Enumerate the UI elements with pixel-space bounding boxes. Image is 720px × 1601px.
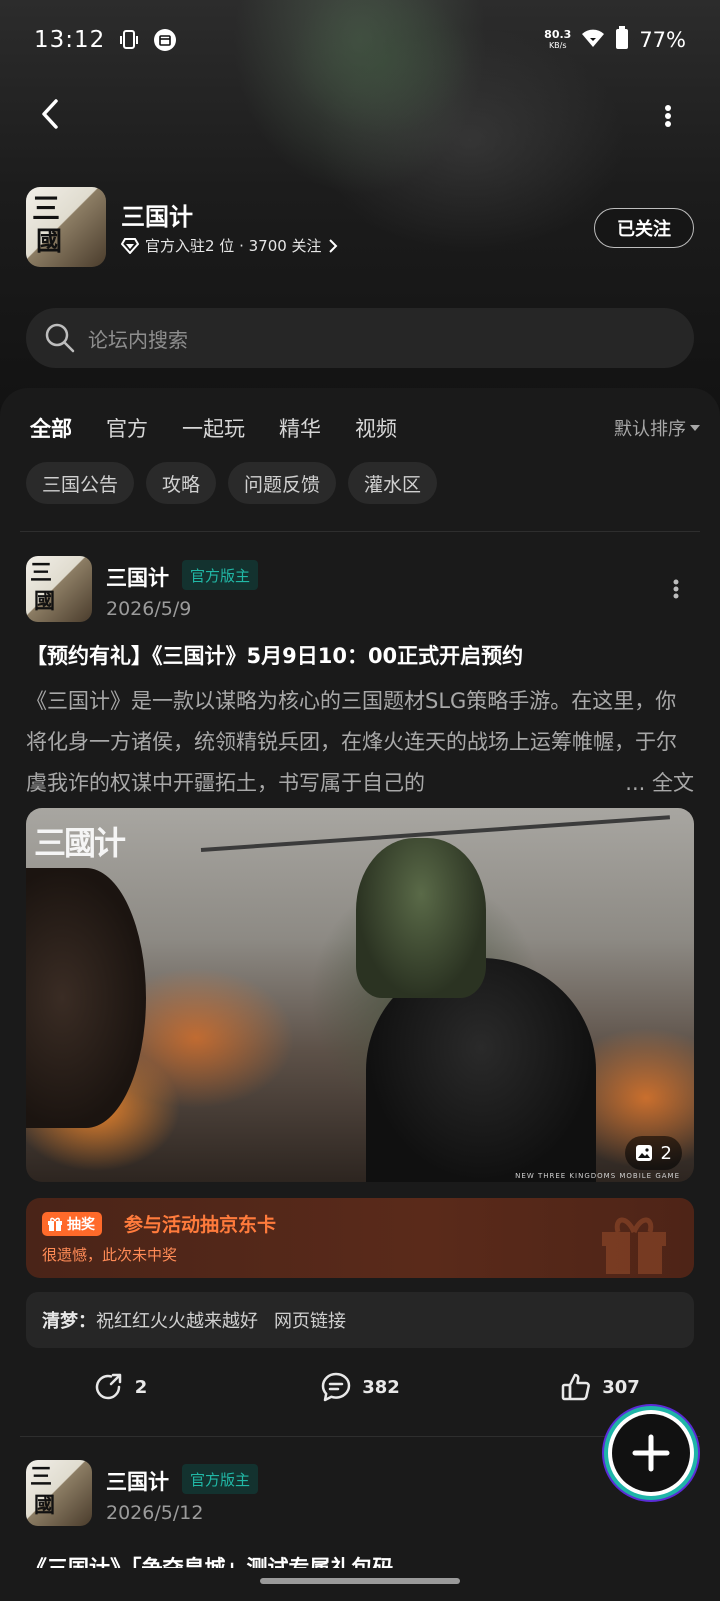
calendar-icon (153, 28, 177, 52)
create-post-inner (612, 1414, 690, 1492)
chip-chat[interactable]: 灌水区 (348, 462, 438, 504)
more-options-button[interactable] (656, 100, 680, 132)
lottery-tag-label: 抽奖 (67, 1217, 95, 1233)
image-hand (26, 868, 146, 1128)
more-vertical-icon (665, 105, 671, 127)
gift-icon (48, 1217, 62, 1231)
category-tabs: 全部 官方 一起玩 精华 视频 默认排序 (30, 408, 700, 448)
caret-down-icon (690, 425, 700, 431)
search-input[interactable]: 论坛内搜索 (26, 308, 694, 368)
create-post-button[interactable] (608, 1410, 694, 1496)
post-actions: 2 382 307 (0, 1363, 720, 1411)
chip-guides[interactable]: 攻略 (146, 462, 217, 504)
image-game-logo: 三國计 (34, 824, 126, 862)
lottery-tag: 抽奖 (42, 1212, 102, 1236)
forum-header: 三 國 三国计 官方入驻2 位 · 3700 关注 已关注 (26, 187, 694, 267)
read-more-link[interactable]: ... 全文 (617, 763, 694, 804)
post-more-button[interactable] (666, 574, 686, 604)
post-date: 2026/5/9 (106, 598, 192, 620)
moderator-badge: 官方版主 (182, 560, 259, 590)
battery-icon (615, 26, 629, 54)
logo-glyph-2: 國 (36, 227, 63, 257)
sort-dropdown[interactable]: 默认排序 (614, 415, 700, 441)
post-header: 三 國 三国计 官方版主 2026/5/12 (26, 1460, 694, 1526)
network-speed: 80.3 KB/s (544, 29, 571, 51)
tab-featured[interactable]: 精华 (279, 413, 321, 443)
logo-glyph-1: 三 (32, 192, 61, 225)
gallery-icon (635, 1145, 652, 1161)
chip-announcements[interactable]: 三国公告 (26, 462, 135, 504)
lottery-card[interactable]: 抽奖 参与活动抽京东卡 很遗憾，此次未中奖 (26, 1198, 694, 1278)
image-count: 2 (660, 1142, 672, 1164)
image-caption: NEW THREE KINGDOMS MOBILE GAME (515, 1172, 680, 1180)
avatar-glyph-2: 國 (34, 1492, 55, 1517)
phone-vibrate-icon (117, 28, 141, 52)
sub-category-chips: 三国公告 攻略 问题反馈 灌水区 (26, 462, 438, 504)
home-indicator[interactable] (260, 1578, 460, 1584)
post-body-text: 《三国计》是一款以谋略为核心的三国题材SLG策略手游。在这里，你将化身一方诸侯，… (26, 689, 677, 795)
post-header: 三 國 三国计 官方版主 2026/5/9 (26, 556, 694, 622)
avatar[interactable]: 三 國 (26, 556, 92, 622)
content-panel: 全部 官方 一起玩 精华 视频 默认排序 三国公告 攻略 问题反馈 灌水区 三 … (0, 388, 720, 1601)
post-title[interactable]: 【预约有礼】《三国计》5月9日10：00正式开启预约 (26, 640, 694, 670)
follow-button[interactable]: 已关注 (594, 208, 694, 248)
comment-count: 382 (362, 1376, 400, 1398)
wifi-icon (581, 28, 605, 52)
post-author[interactable]: 三国计 (106, 1466, 169, 1496)
share-count: 2 (134, 1376, 148, 1398)
like-button[interactable]: 307 (480, 1363, 720, 1411)
comment-text: 祝红红火火越来越好 (96, 1311, 258, 1332)
forum-meta-text: 官方入驻2 位 · 3700 关注 (145, 237, 322, 255)
share-button[interactable]: 2 (0, 1363, 240, 1411)
back-button[interactable] (30, 94, 70, 134)
image-rider (356, 838, 486, 998)
share-icon (95, 1373, 121, 1400)
diamond-icon (121, 237, 139, 254)
tab-official[interactable]: 官方 (106, 413, 148, 443)
tab-play-together[interactable]: 一起玩 (182, 413, 245, 443)
thumbs-up-icon (561, 1373, 591, 1401)
status-time: 13:12 (34, 27, 106, 53)
forum-meta-link[interactable]: 官方入驻2 位 · 3700 关注 (121, 235, 338, 256)
divider (20, 1436, 700, 1437)
gift-box-icon (602, 1217, 666, 1274)
lottery-result: 很遗憾，此次未中奖 (42, 1246, 178, 1264)
status-bar: 13:12 80.3 KB/s 77% (34, 22, 686, 58)
avatar-glyph-2: 國 (34, 588, 55, 613)
forum-logo[interactable]: 三 國 (26, 187, 106, 267)
post-date: 2026/5/12 (106, 1502, 204, 1524)
avatar-glyph-1: 三 (30, 1464, 53, 1490)
comment-user: 清梦： (42, 1311, 96, 1332)
divider (20, 531, 700, 532)
tab-all[interactable]: 全部 (30, 413, 72, 446)
like-count: 307 (602, 1376, 640, 1398)
tab-video[interactable]: 视频 (355, 413, 397, 443)
sort-label: 默认排序 (614, 419, 686, 440)
moderator-badge: 官方版主 (182, 1464, 259, 1494)
chevron-right-icon (328, 238, 337, 253)
more-vertical-icon (673, 579, 679, 599)
search-placeholder: 论坛内搜索 (88, 327, 188, 352)
network-speed-unit: KB/s (548, 41, 567, 50)
avatar[interactable]: 三 國 (26, 1460, 92, 1526)
avatar-glyph-1: 三 (30, 560, 53, 586)
comment-icon (321, 1372, 351, 1402)
comment-web-link[interactable]: 网页链接 (274, 1307, 346, 1333)
image-count-badge: 2 (624, 1136, 682, 1170)
back-arrow-icon (42, 99, 58, 129)
search-icon (45, 323, 75, 353)
plus-icon (632, 1434, 670, 1472)
featured-comment[interactable]: 清梦： 祝红红火火越来越好 网页链接 (26, 1292, 694, 1348)
post-image[interactable]: 三國计 2 NEW THREE KINGDOMS MOBILE GAME (26, 808, 694, 1182)
chip-feedback[interactable]: 问题反馈 (228, 462, 337, 504)
post-title[interactable]: 《三国计》「争夺皇城」测试专属礼包码 (26, 1548, 694, 1568)
battery-percent: 77% (639, 28, 686, 52)
post-body[interactable]: 《三国计》是一款以谋略为核心的三国题材SLG策略手游。在这里，你将化身一方诸侯，… (26, 681, 694, 804)
comment-button[interactable]: 382 (240, 1363, 480, 1411)
post-author[interactable]: 三国计 (106, 562, 169, 592)
lottery-title: 参与活动抽京东卡 (124, 1214, 277, 1236)
forum-name: 三国计 (121, 203, 193, 231)
